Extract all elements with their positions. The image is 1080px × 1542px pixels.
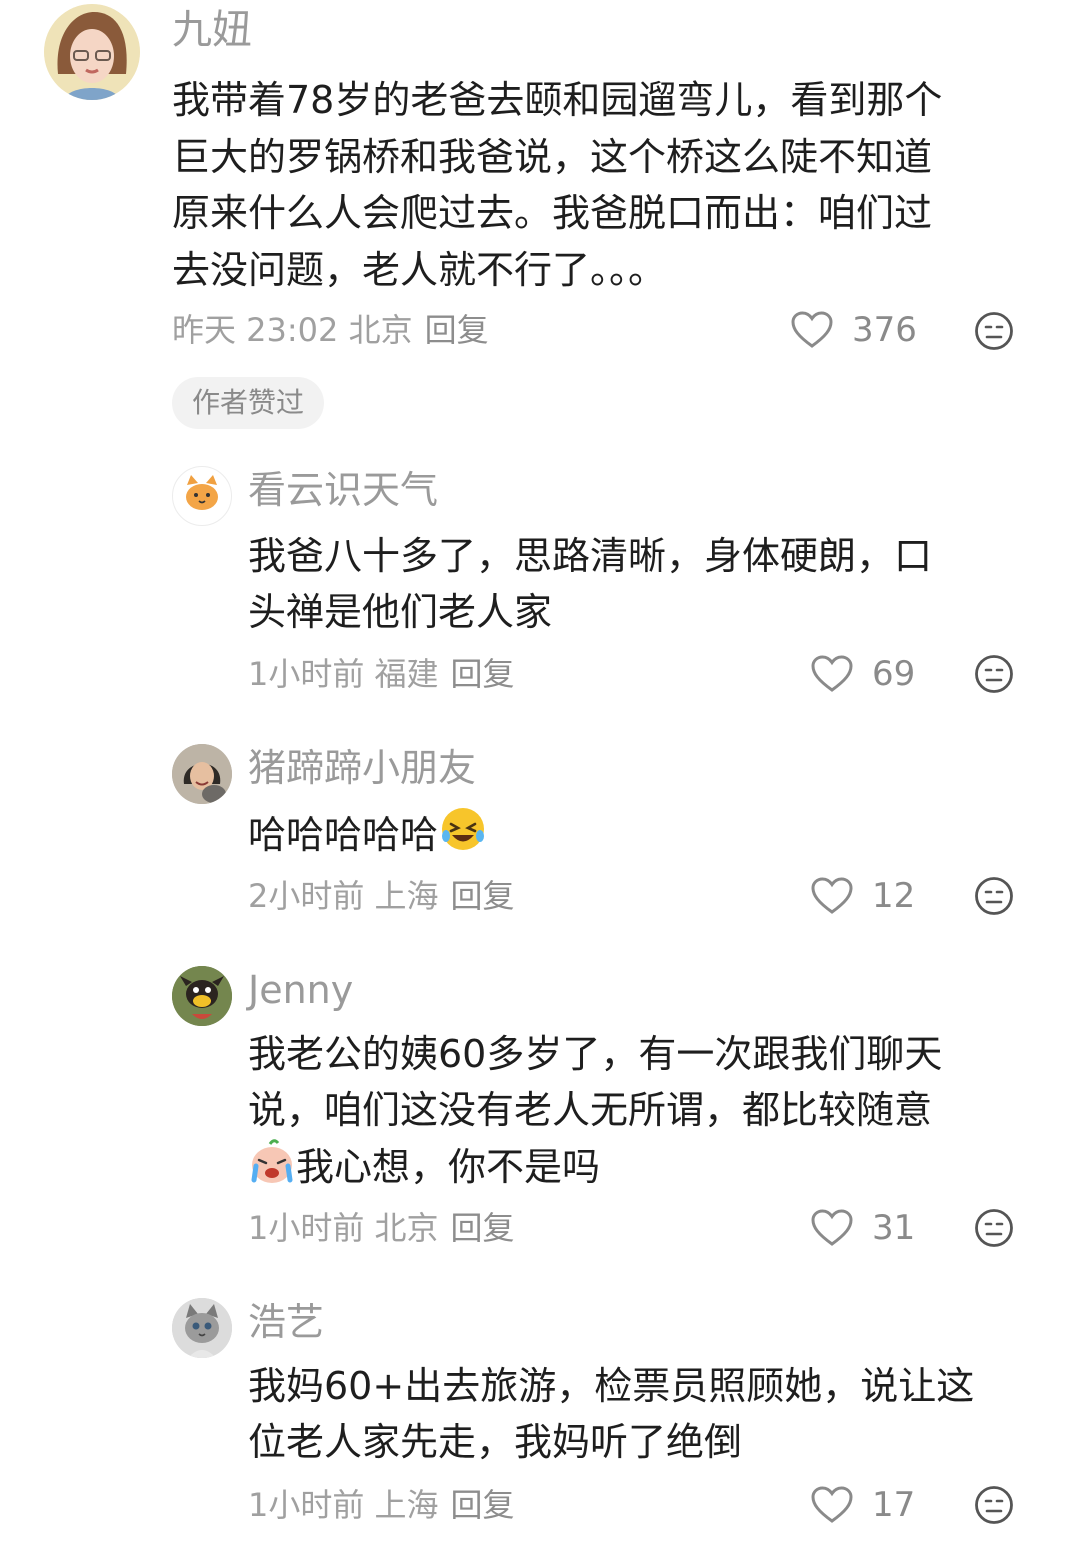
reply-button[interactable]: 回复 — [451, 1209, 515, 1247]
comment-time-location: 1小时前 上海 — [248, 1486, 439, 1524]
comment-author[interactable]: 猪蹄蹄小朋友 — [248, 744, 476, 792]
comment-author[interactable]: 九妞 — [172, 6, 252, 54]
dislike-button[interactable] — [974, 311, 1014, 355]
like-count: 376 — [852, 310, 917, 350]
comment-text-segment: 哈哈哈哈哈 — [248, 813, 439, 857]
comment-meta: 1小时前 福建 回复 — [248, 652, 515, 696]
reply-button[interactable]: 回复 — [451, 877, 515, 915]
heart-outline-icon — [811, 655, 853, 692]
avatar[interactable] — [172, 744, 232, 804]
meh-face-icon — [975, 1486, 1013, 1524]
meh-face-icon — [975, 1209, 1013, 1247]
comment-meta: 2小时前 上海 回复 — [248, 874, 515, 918]
rolling-laughing-emoji — [438, 804, 488, 869]
like-button[interactable]: 31 — [810, 1204, 915, 1252]
comment-text: 我爸八十多了，思路清晰，身体硬朗，口 头禅是他们老人家 — [248, 528, 932, 640]
meh-face-icon — [975, 877, 1013, 915]
heart-outline-icon — [811, 877, 853, 914]
like-button[interactable]: 69 — [810, 650, 915, 698]
heart-outline-icon — [791, 311, 833, 348]
avatar[interactable] — [172, 966, 232, 1026]
comment-text-line: 头禅是他们老人家 — [248, 590, 553, 634]
like-button[interactable]: 17 — [810, 1481, 915, 1529]
avatar-image — [172, 1298, 232, 1358]
comment-text-line: 去没问题，老人就不行了。。。 — [172, 247, 667, 292]
like-count: 12 — [872, 876, 916, 916]
comment-text-line: 原来什么人会爬过去。我爸脱口而出：咱们过 — [172, 191, 933, 235]
comment-text-line: 我心想，你不是吗 — [248, 1138, 942, 1201]
like-count: 31 — [872, 1208, 916, 1248]
comment-text-line: 哈哈哈哈哈 — [248, 804, 488, 869]
like-count: 69 — [872, 654, 916, 694]
comment-text-line: 我老公的姨60多岁了，有一次跟我们聊天 — [248, 1032, 943, 1076]
dislike-button[interactable] — [974, 1485, 1014, 1529]
avatar-image — [172, 966, 232, 1026]
comment-text: 我妈60+出去旅游，检票员照顾她，说让这 位老人家先走，我妈听了绝倒 — [248, 1358, 974, 1470]
comment-author[interactable]: 看云识天气 — [248, 466, 438, 514]
comment-text-line: 说，咱们这没有老人无所谓，都比较随意 — [248, 1088, 933, 1132]
comment-text-line: 我爸八十多了，思路清晰，身体硬朗，口 — [248, 534, 933, 578]
dislike-button[interactable] — [974, 876, 1014, 920]
comment-author[interactable]: 浩艺 — [248, 1298, 324, 1346]
comment-meta: 1小时前 北京 回复 — [248, 1206, 515, 1250]
reply-button[interactable]: 回复 — [451, 655, 515, 693]
reply-button[interactable]: 回复 — [425, 311, 489, 349]
avatar[interactable] — [172, 1298, 232, 1358]
avatar[interactable] — [44, 4, 140, 100]
avatar-image — [172, 744, 232, 804]
comment-text-line: 我妈60+出去旅游，检票员照顾她，说让这 — [248, 1364, 975, 1408]
heart-outline-icon — [811, 1209, 853, 1246]
comment-meta: 昨天 23:02 北京 回复 — [172, 308, 489, 352]
comment-text-line: 位老人家先走，我妈听了绝倒 — [248, 1420, 743, 1464]
dislike-button[interactable] — [974, 1208, 1014, 1252]
comment-time-location: 昨天 23:02 北京 — [172, 311, 413, 349]
comment-text-line: 巨大的罗锅桥和我爸说，这个桥这么陡不知道 — [172, 134, 933, 179]
reply-button[interactable]: 回复 — [451, 1486, 515, 1524]
comment-meta: 1小时前 上海 回复 — [248, 1483, 515, 1527]
crying-emoji — [248, 1138, 296, 1201]
author-liked-badge: 作者赞过 — [172, 377, 325, 429]
comment-text: 我老公的姨60多岁了，有一次跟我们聊天 说，咱们这没有老人无所谓，都比较随意 我… — [248, 1026, 942, 1201]
like-count: 17 — [872, 1485, 916, 1525]
comment-text: 哈哈哈哈哈 — [248, 804, 488, 869]
comment-author[interactable]: Jenny — [248, 966, 353, 1014]
like-button[interactable]: 12 — [810, 872, 915, 920]
comment-text-line: 我带着78岁的老爸去颐和园遛弯儿，看到那个 — [172, 78, 943, 122]
comment-time-location: 1小时前 福建 — [248, 655, 439, 693]
dislike-button[interactable] — [974, 654, 1014, 698]
comment-time-location: 1小时前 北京 — [248, 1209, 439, 1247]
meh-face-icon — [975, 655, 1013, 693]
meh-face-icon — [975, 312, 1013, 350]
comment-text: 我带着78岁的老爸去颐和园遛弯儿，看到那个 巨大的罗锅桥和我爸说，这个桥这么陡不… — [172, 72, 942, 298]
heart-outline-icon — [811, 1486, 853, 1523]
cat-face-icon — [186, 475, 218, 510]
comment-time-location: 2小时前 上海 — [248, 877, 439, 915]
like-button[interactable]: 376 — [790, 306, 917, 354]
avatar[interactable] — [172, 466, 232, 526]
comment-text-segment: 我心想，你不是吗 — [296, 1145, 601, 1189]
comment-item: 九妞 我带着78岁的老爸去颐和园遛弯儿，看到那个 巨大的罗锅桥和我爸说，这个桥这… — [0, 0, 1080, 440]
avatar-image — [44, 4, 140, 100]
